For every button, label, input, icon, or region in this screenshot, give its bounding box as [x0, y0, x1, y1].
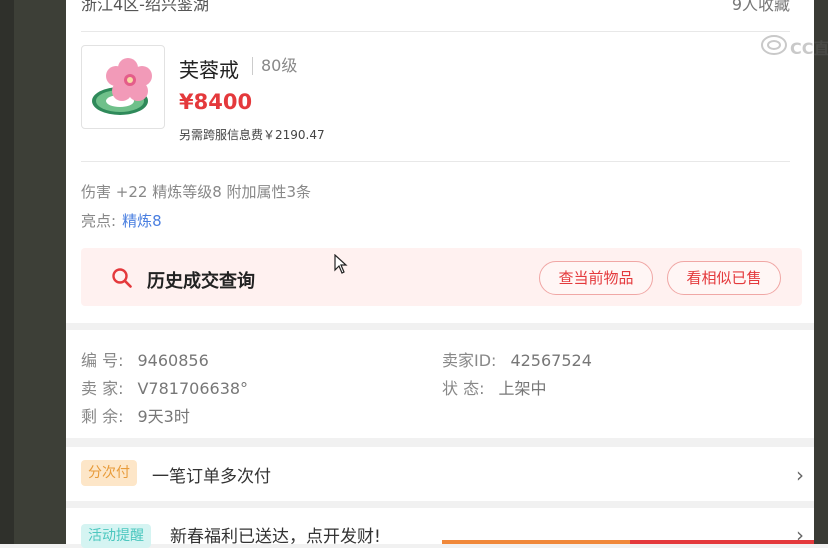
query-current-item-button[interactable]: 查当前物品	[539, 261, 653, 295]
installment-row[interactable]: 分次付 一笔订单多次付 ›	[66, 447, 814, 501]
watermark-logo-icon	[761, 35, 787, 55]
view-similar-sold-button[interactable]: 看相似已售	[667, 261, 781, 295]
seller-id-label: 卖家ID:	[442, 351, 497, 370]
cross-server-fee: 另需跨服信息费￥2190.47	[179, 128, 325, 142]
seller-id-value: 42567524	[510, 351, 592, 370]
info-id: 编 号: 9460856	[81, 347, 209, 371]
remaining-label: 剩 余:	[81, 407, 124, 426]
chevron-right-icon: ›	[796, 463, 804, 487]
right-background-strip	[814, 0, 828, 544]
id-label: 编 号:	[81, 351, 124, 370]
watermark-text: CC直播	[790, 39, 828, 58]
activity-text: 新春福利已送达，点开发财!	[170, 527, 381, 547]
info-remaining: 剩 余: 9天3时	[81, 403, 190, 427]
divider	[81, 31, 790, 32]
item-highlight: 亮点: 精炼8	[81, 210, 162, 231]
item-price: ¥8400	[179, 90, 253, 114]
bottom-action-bar-red[interactable]	[630, 540, 814, 544]
divider	[81, 161, 790, 162]
watermark: CC直播	[760, 33, 828, 58]
installment-text: 一笔订单多次付	[152, 467, 271, 487]
info-status: 状 态: 上架中	[442, 375, 547, 399]
bottom-action-bar-orange[interactable]	[442, 540, 630, 544]
activity-badge: 活动提醒	[81, 524, 151, 548]
status-label: 状 态:	[442, 379, 485, 398]
history-title: 历史成交查询	[147, 271, 255, 292]
search-icon	[112, 268, 132, 288]
item-level: 80级	[252, 57, 297, 75]
item-name: 芙蓉戒	[179, 58, 239, 82]
listing-info-card: 编 号: 9460856 卖 家: V781706638° 剩 余: 9天3时 卖家I…	[66, 330, 814, 438]
seller-label: 卖 家:	[81, 379, 124, 398]
highlight-value[interactable]: 精炼8	[122, 212, 162, 230]
item-attributes: 伤害 +22 精炼等级8 附加属性3条	[81, 183, 312, 201]
installment-badge: 分次付	[81, 460, 137, 486]
ring-flower-icon	[92, 58, 152, 115]
item-image[interactable]	[81, 45, 165, 129]
info-seller: 卖 家: V781706638°	[81, 375, 248, 399]
highlight-label: 亮点:	[81, 212, 117, 230]
history-query-panel: 历史成交查询 查当前物品 看相似已售	[81, 248, 802, 306]
seller-value: V781706638°	[137, 379, 249, 398]
id-value: 9460856	[137, 351, 209, 370]
info-seller-id: 卖家ID: 42567524	[442, 347, 592, 371]
server-name: 浙江4区-绍兴鉴湖	[81, 0, 209, 14]
status-value: 上架中	[498, 379, 547, 398]
mouse-cursor-icon	[334, 254, 348, 274]
remaining-value: 9天3时	[137, 407, 190, 426]
activity-row[interactable]: 活动提醒 新春福利已送达，点开发财! ›	[66, 508, 814, 548]
item-card: 浙江4区-绍兴鉴湖 9人收藏 芙蓉戒 80级 ¥8400 另需跨服信息费￥219…	[66, 0, 828, 323]
favorites-count[interactable]: 9人收藏	[732, 0, 790, 15]
left-background-strip	[0, 0, 66, 544]
